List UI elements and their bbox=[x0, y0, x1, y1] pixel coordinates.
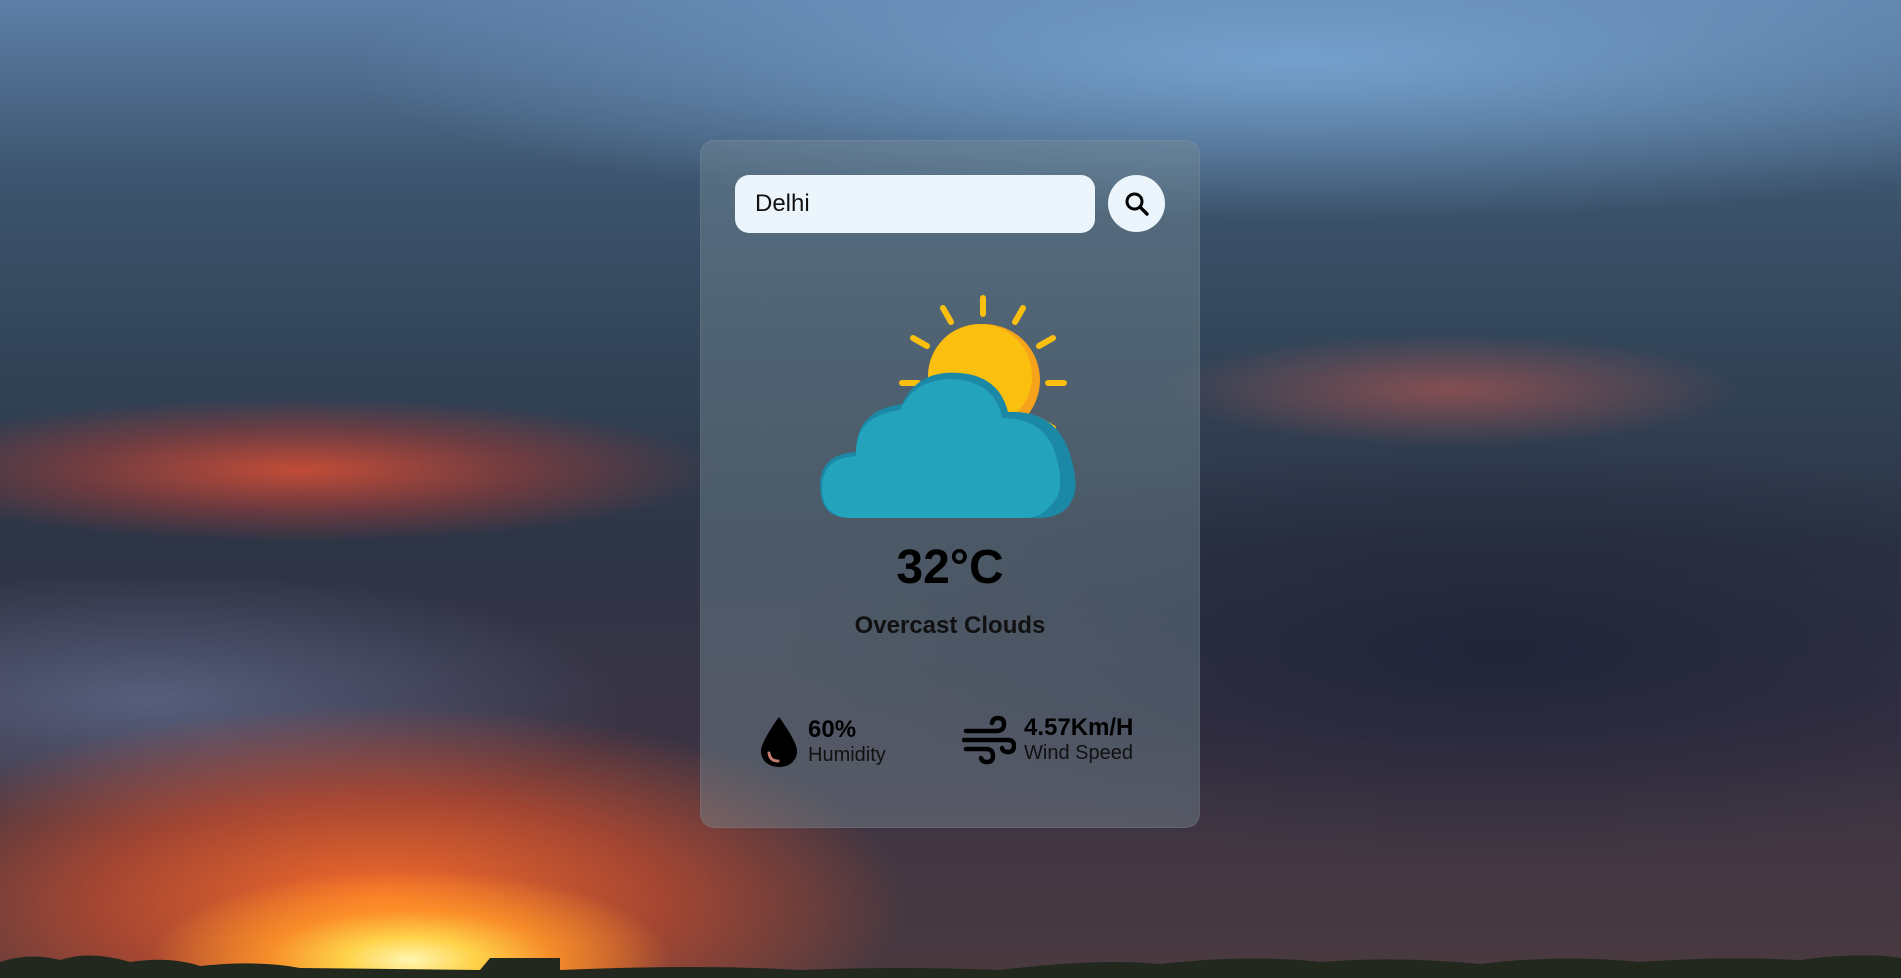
temperature-value: 32°C bbox=[896, 541, 1004, 594]
water-drop-icon bbox=[758, 715, 800, 769]
weather-description: Overcast Clouds bbox=[854, 612, 1046, 639]
treeline-silhouette bbox=[0, 955, 1901, 978]
humidity-label: Humidity bbox=[808, 744, 886, 766]
search-icon bbox=[1125, 192, 1149, 216]
humidity-detail: 60% Humidity bbox=[758, 715, 886, 769]
wind-icon bbox=[962, 715, 1016, 765]
wind-detail: 4.57Km/H Wind Speed bbox=[962, 715, 1133, 765]
weather-card: 32°C Overcast Clouds 60% Humidity 4.5 bbox=[700, 140, 1200, 828]
search-button[interactable] bbox=[1108, 175, 1165, 232]
search-bar bbox=[735, 175, 1165, 233]
wind-speed-label: Wind Speed bbox=[1024, 742, 1133, 764]
city-search-input[interactable] bbox=[735, 175, 1095, 233]
wind-speed-value: 4.57Km/H bbox=[1024, 714, 1134, 741]
humidity-value: 60% bbox=[808, 716, 857, 743]
partly-cloudy-icon bbox=[820, 295, 1076, 518]
